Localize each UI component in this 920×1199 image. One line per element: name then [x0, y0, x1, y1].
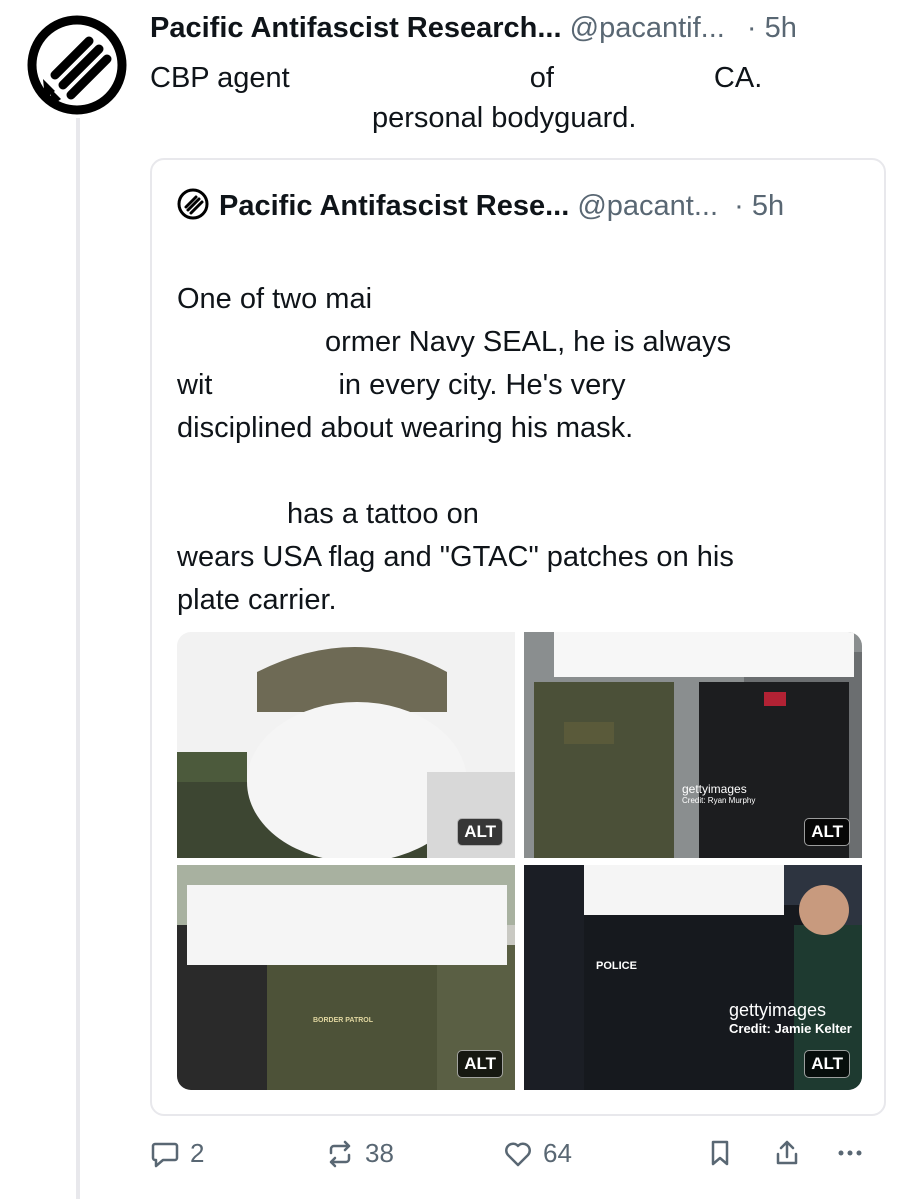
reply-count: 2	[190, 1138, 205, 1168]
quote-text-segment: ormer Navy SEAL, he is always	[325, 326, 732, 358]
action-bar: 2 38 64	[150, 1138, 890, 1182]
more-dots-icon	[838, 1150, 862, 1156]
repost-count: 38	[365, 1138, 394, 1168]
quoted-post[interactable]: Pacific Antifascist Rese... @pacant... ·…	[150, 158, 886, 1116]
repost-arrows-icon	[329, 1140, 351, 1167]
media-image-1[interactable]: ALT	[177, 632, 515, 858]
getty-watermark: gettyimages Credit: Jamie Kelter	[729, 1000, 852, 1036]
quote-author-name[interactable]: Pacific Antifascist Rese...	[219, 190, 569, 222]
heart-icon	[505, 1142, 531, 1166]
alt-badge[interactable]: ALT	[804, 1050, 850, 1078]
alt-badge[interactable]: ALT	[804, 818, 850, 846]
post-text: CBP agent of CA. personal bodyguard.	[150, 58, 870, 138]
quote-text-segment: wit	[177, 369, 213, 401]
like-count: 64	[543, 1138, 572, 1168]
post-text-segment: of	[529, 62, 554, 94]
quote-text-segment: wears USA flag and "GTAC" patches on his	[177, 541, 734, 573]
thread-line	[76, 118, 80, 1199]
quote-author-handle[interactable]: @pacant...	[577, 190, 718, 222]
alt-badge[interactable]: ALT	[457, 818, 503, 846]
quote-time[interactable]: · 5h	[734, 190, 784, 222]
quote-avatar-icon	[177, 188, 209, 220]
getty-logo: gettyimages	[682, 782, 747, 796]
three-arrows-logo	[27, 15, 127, 115]
author-name[interactable]: Pacific Antifascist Research...	[150, 12, 562, 44]
getty-credit: Credit: Jamie Kelter	[729, 1021, 852, 1036]
share-button[interactable]	[772, 1138, 812, 1168]
patch-label: BORDER PATROL	[313, 1017, 374, 1024]
media-image-2[interactable]: gettyimages Credit: Ryan Murphy ALT	[524, 632, 862, 858]
speech-bubble-icon	[151, 1142, 179, 1167]
getty-watermark: gettyimages Credit: Ryan Murphy	[682, 782, 755, 805]
post-time[interactable]: · 5h	[747, 12, 797, 44]
getty-credit: Credit: Ryan Murphy	[682, 796, 756, 805]
media-image-4[interactable]: POLICE gettyimages Credit: Jamie Kelter …	[524, 865, 862, 1090]
post-text-segment: CA.	[713, 62, 763, 94]
like-button[interactable]: 64	[503, 1138, 572, 1169]
share-icon	[776, 1140, 798, 1165]
media-image-3[interactable]: BORDER PATROL ALT	[177, 865, 515, 1090]
avatar[interactable]	[27, 15, 127, 115]
more-button[interactable]	[835, 1138, 875, 1168]
quote-header: Pacific Antifascist Rese... @pacant... ·…	[177, 188, 784, 223]
patch-label: POLICE	[596, 960, 637, 972]
reply-button[interactable]: 2	[150, 1138, 204, 1169]
quote-text-segment: disciplined about wearing his mask.	[177, 412, 634, 444]
quote-text-segment: One of two mai	[177, 283, 373, 315]
post-text-segment: CBP agent	[150, 62, 290, 94]
bookmark-icon	[711, 1140, 729, 1166]
alt-badge[interactable]: ALT	[457, 1050, 503, 1078]
repost-button[interactable]: 38	[325, 1138, 394, 1169]
post-text-segment: personal bodyguard.	[372, 102, 637, 134]
quote-text-segment: plate carrier.	[177, 584, 337, 616]
author-handle[interactable]: @pacantif...	[570, 12, 725, 44]
bookmark-button[interactable]	[705, 1138, 745, 1168]
media-grid: ALT gettyimages Credit: Ryan Murphy ALT	[177, 632, 862, 1090]
post-header: Pacific Antifascist Research... @pacanti…	[150, 12, 890, 52]
getty-logo: gettyimages	[729, 1000, 827, 1020]
quote-text: One of two mai ormer Navy SEAL, he is al…	[177, 278, 867, 622]
quote-text-segment: has a tattoo on	[287, 498, 479, 530]
quote-text-segment: in every city. He's very	[338, 369, 626, 401]
